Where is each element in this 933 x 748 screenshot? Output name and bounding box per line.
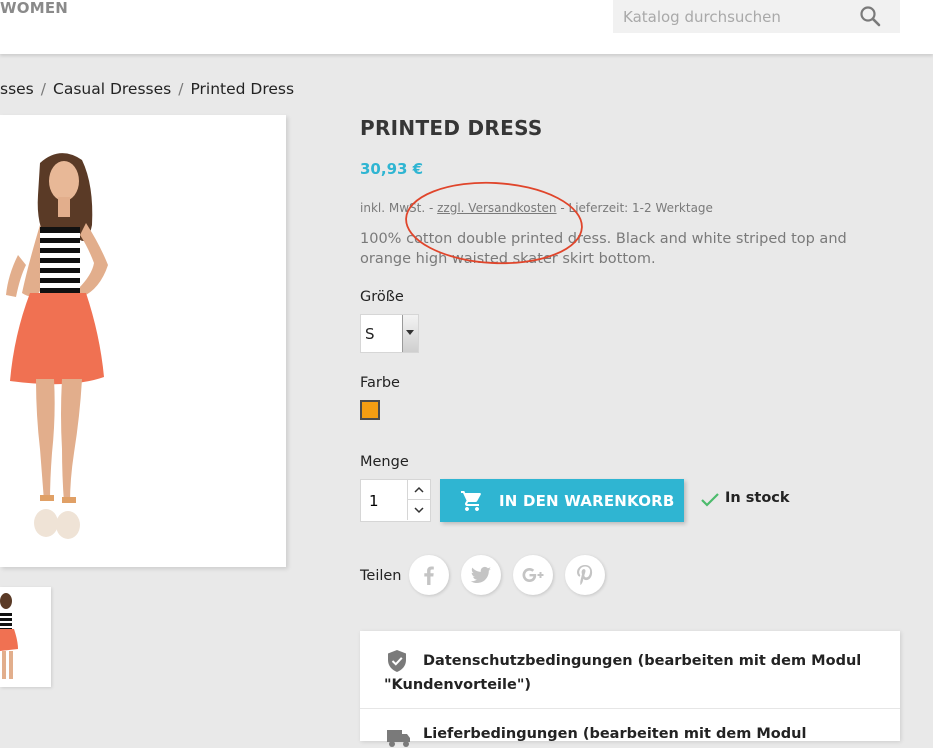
reassurance-block: Datenschutzbedingungen (bearbeiten mit d…: [360, 631, 900, 747]
site-header: WOMEN: [0, 0, 933, 54]
breadcrumb-item-dresses[interactable]: sses: [0, 80, 34, 98]
reassurance-privacy-line2: "Kundenvorteile"): [384, 677, 532, 693]
truck-icon: [387, 730, 410, 747]
breadcrumb-separator: /: [40, 80, 46, 98]
reassurance-delivery-text: Lieferbedingungen (bearbeiten mit dem Mo…: [423, 726, 807, 742]
share-twitter-button[interactable]: [461, 555, 501, 595]
breadcrumb-item-current: Printed Dress: [190, 80, 295, 98]
chevron-up-icon: [414, 486, 424, 493]
share-label: Teilen: [360, 568, 402, 584]
google-plus-icon: [522, 568, 544, 582]
chevron-down-icon: [414, 507, 424, 514]
add-to-cart-button[interactable]: IN DEN WARENKORB: [440, 479, 684, 522]
product-thumbnail[interactable]: [0, 587, 51, 687]
search-button[interactable]: [850, 0, 890, 33]
search-icon: [860, 6, 881, 27]
quantity-stepper: [360, 479, 431, 522]
color-label: Farbe: [360, 375, 400, 391]
share-pinterest-button[interactable]: [565, 555, 605, 595]
check-icon: [701, 493, 719, 507]
stock-status-label: In stock: [725, 490, 790, 506]
annotation-ellipse: [405, 181, 583, 265]
size-select-value: S: [365, 325, 375, 343]
shield-check-icon: [388, 650, 406, 672]
reassurance-divider: [360, 708, 900, 709]
color-swatch-orange[interactable]: [360, 400, 380, 420]
product-price: 30,93 €: [360, 160, 424, 178]
pinterest-icon: [577, 565, 593, 586]
size-select[interactable]: S: [360, 314, 419, 353]
product-cover-image[interactable]: [0, 115, 286, 567]
quantity-decrease-button[interactable]: [407, 500, 430, 520]
add-to-cart-label: IN DEN WARENKORB: [499, 492, 675, 510]
quantity-increase-button[interactable]: [407, 480, 430, 500]
twitter-icon: [470, 566, 491, 583]
search-input[interactable]: [613, 0, 843, 33]
breadcrumb: sses / Casual Dresses / Printed Dress: [0, 80, 294, 98]
shopping-cart-icon: [461, 491, 481, 511]
breadcrumb-separator: /: [178, 80, 184, 98]
quantity-input[interactable]: [361, 480, 407, 521]
quantity-label: Menge: [360, 454, 409, 470]
thumbnail-figure: [0, 593, 18, 679]
facebook-icon: [424, 566, 434, 585]
model-figure: [6, 153, 108, 539]
product-title: PRINTED DRESS: [360, 116, 543, 140]
share-facebook-button[interactable]: [409, 555, 449, 595]
size-label: Größe: [360, 289, 404, 305]
nav-link-women[interactable]: WOMEN: [0, 0, 68, 17]
chevron-down-icon: [402, 315, 418, 352]
share-google-plus-button[interactable]: [513, 555, 553, 595]
breadcrumb-item-casual-dresses[interactable]: Casual Dresses: [53, 80, 171, 98]
reassurance-privacy-line1: Datenschutzbedingungen (bearbeiten mit d…: [423, 653, 862, 669]
